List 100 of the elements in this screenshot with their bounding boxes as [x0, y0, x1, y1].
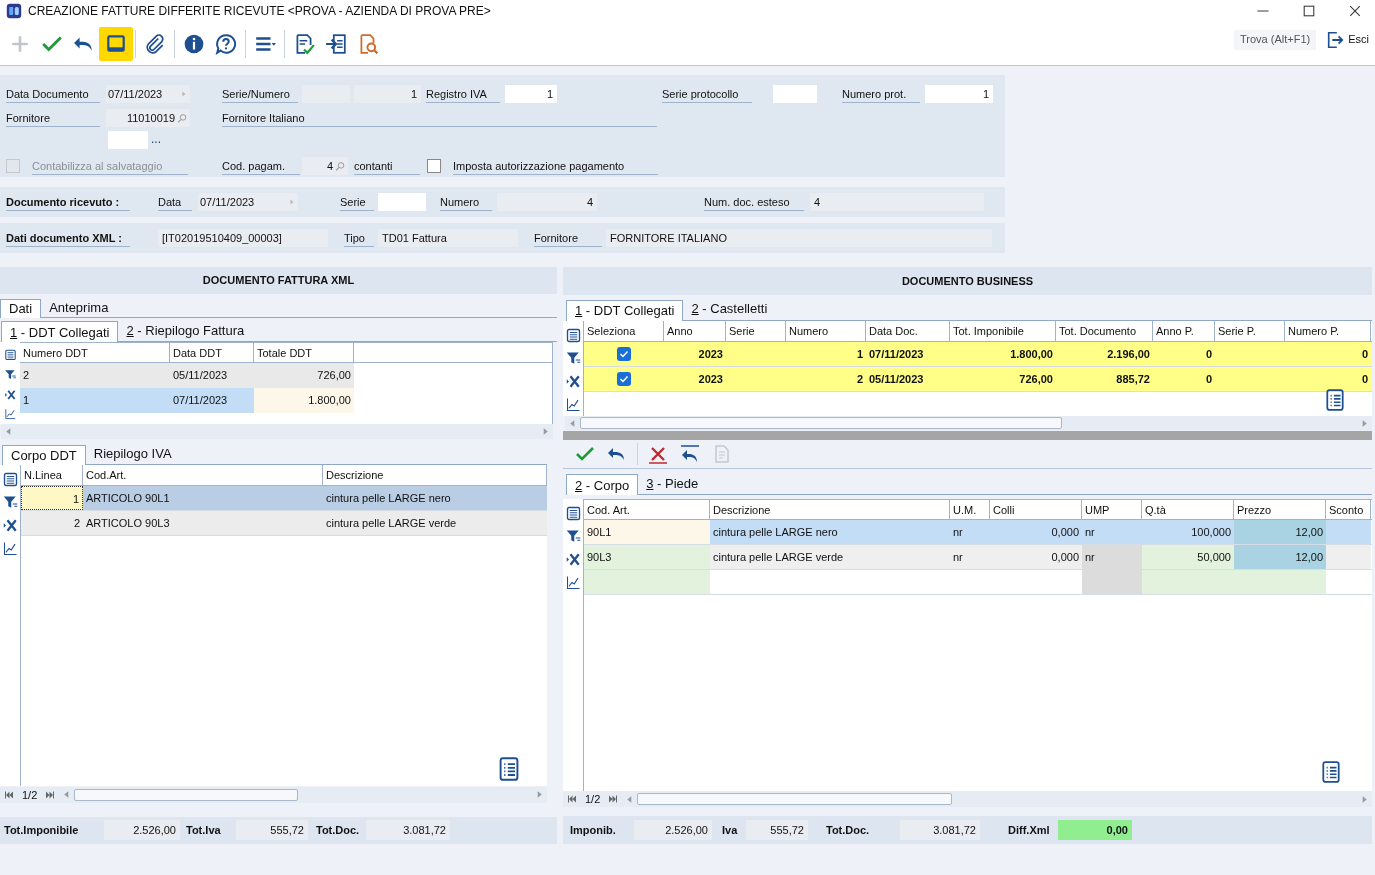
first-page-icon[interactable] — [4, 789, 14, 800]
input-field[interactable] — [108, 131, 148, 149]
table-cell: nr — [950, 520, 990, 545]
table-cell: ARTICOLO 90L1 — [83, 486, 323, 511]
checkbox[interactable] — [617, 371, 631, 386]
maximize-icon[interactable] — [1301, 3, 1317, 19]
clear-filter-icon[interactable] — [2, 518, 18, 534]
table-row[interactable]: 1 ARTICOLO 90L1 cintura pelle LARGE nero — [21, 486, 547, 512]
details-icon[interactable] — [1320, 758, 1342, 785]
date-field[interactable]: 07/11/2023 — [106, 85, 190, 103]
arrow-icon — [288, 198, 296, 206]
input-field[interactable]: TD01 Fattura — [378, 229, 518, 247]
input-field[interactable]: 1 — [354, 85, 421, 103]
scrollbar-thumb[interactable] — [637, 793, 953, 806]
column-header: Serie — [726, 320, 786, 341]
table-cell: ARTICOLO 90L3 — [83, 511, 323, 536]
payment-code-field[interactable]: 4 — [302, 157, 348, 175]
find-button[interactable]: Trova (Alt+F1) — [1234, 29, 1317, 50]
column-header: N.Linea — [21, 465, 83, 486]
field-label: Data Documento — [6, 85, 100, 103]
table-row[interactable]: 90L1 cintura pelle LARGE nero nr 0,000 nr 100,000 12,00 — [584, 520, 1372, 546]
checkbox[interactable] — [617, 346, 631, 361]
input-field[interactable]: 1 — [505, 85, 557, 103]
chart-icon[interactable] — [565, 396, 581, 412]
app-icon — [6, 3, 22, 19]
table-cell-text: 1.800,00 — [1009, 346, 1054, 362]
table-cell: 1 — [20, 388, 170, 414]
tab[interactable]: 2 - Riepilogo Fattura — [118, 320, 253, 342]
table-cell-text: 2023 — [697, 346, 724, 362]
more-button[interactable]: ... — [151, 133, 161, 145]
document-icon — [712, 444, 732, 464]
clear-filter-icon[interactable] — [2, 388, 18, 401]
checkbox[interactable] — [427, 159, 441, 173]
table-row[interactable]: 90L3 cintura pelle LARGE verde nr 0,000 nr 50,000 12,00 — [584, 545, 1372, 571]
list-icon[interactable] — [565, 506, 581, 522]
tab[interactable]: 2 - Corpo — [566, 474, 639, 496]
table-cell: 1.800,00 — [254, 388, 354, 414]
input-field[interactable]: FORNITORE ITALIANO — [606, 229, 992, 247]
chart-icon[interactable] — [2, 541, 18, 557]
input-field[interactable] — [378, 193, 426, 211]
input-field[interactable]: [IT02019510409_00003] — [158, 229, 328, 247]
toolbar-button[interactable] — [99, 26, 133, 61]
total-label: Tot.Imponibile — [4, 823, 80, 839]
input-field[interactable]: 1 — [925, 85, 993, 103]
list-icon[interactable] — [565, 327, 581, 343]
date-field[interactable]: 07/11/2023 — [198, 193, 298, 211]
table-cell-text: 726,00 — [1018, 371, 1054, 387]
tab[interactable]: 3 - Piede — [638, 473, 707, 495]
scrollbar-thumb[interactable] — [580, 417, 1062, 430]
last-page-icon[interactable] — [608, 794, 619, 805]
table-row[interactable]: 2023 2 05/11/2023 726,00 885,72 0 0 — [584, 366, 1372, 392]
table-row[interactable]: 1 07/11/2023 1.800,00 — [20, 388, 552, 414]
tab[interactable]: 2 - Castelletti — [683, 298, 776, 320]
filter-icon[interactable] — [2, 368, 18, 381]
column-header: Cod. Art. — [584, 500, 710, 520]
close-icon[interactable] — [1347, 3, 1363, 19]
total-value: 555,72 — [236, 820, 308, 841]
column-header: Colli — [990, 500, 1082, 520]
page-indicator: 1/2 — [585, 791, 601, 807]
table-cell-text: 0 — [1360, 371, 1369, 387]
tab[interactable]: Anteprima — [41, 298, 117, 318]
details-icon[interactable] — [497, 755, 521, 782]
table-row[interactable]: 2 ARTICOLO 90L3 cintura pelle LARGE verde — [21, 511, 547, 537]
first-page-icon[interactable] — [567, 794, 577, 805]
last-page-icon[interactable] — [45, 789, 56, 800]
chart-icon[interactable] — [565, 575, 581, 591]
list-icon[interactable] — [2, 349, 18, 361]
table-cell: nr — [1082, 520, 1142, 545]
field-label: Fornitore Italiano — [222, 109, 657, 127]
scrollbar-thumb[interactable] — [74, 788, 299, 801]
tab[interactable]: 1 - DDT Collegati — [1, 321, 119, 343]
details-icon[interactable] — [1324, 387, 1346, 412]
field-label: Dati documento XML : — [6, 229, 130, 247]
tab[interactable]: Corpo DDT — [2, 444, 86, 466]
input-field[interactable] — [773, 85, 817, 103]
table-cell-text: 05/11/2023 — [868, 371, 925, 387]
table-row[interactable]: 2 05/11/2023 726,00 — [20, 363, 552, 389]
tab[interactable]: 1 - DDT Collegati — [566, 299, 684, 321]
table-row[interactable]: 2023 1 07/11/2023 1.800,00 2.196,00 0 0 — [584, 341, 1372, 367]
total-label: Diff.Xml — [1008, 822, 1051, 838]
input-field[interactable]: 4 — [810, 193, 984, 211]
info-icon — [183, 32, 205, 55]
table-cell: 0,000 — [990, 545, 1082, 570]
chart-icon[interactable] — [2, 408, 18, 421]
table-cell: 1 — [21, 486, 83, 511]
tab[interactable]: Dati — [0, 299, 42, 319]
filter-icon[interactable] — [565, 350, 581, 366]
input-field[interactable]: 4 — [497, 193, 597, 211]
list-icon[interactable] — [2, 472, 18, 488]
column-header: Seleziona — [584, 320, 664, 341]
total-value: 2.526,00 — [104, 820, 180, 841]
table-cell: cintura pelle LARGE nero — [710, 520, 950, 545]
supplier-code-field[interactable]: 11010019 — [106, 109, 190, 127]
clear-filter-icon[interactable] — [565, 373, 581, 389]
column-header: Descrizione — [323, 465, 547, 486]
window-title: CREAZIONE FATTURE DIFFERITE RICEVUTE <PROVA - AZIENDA DI PROVA PRE> — [28, 3, 491, 20]
tab[interactable]: Riepilogo IVA — [85, 443, 180, 465]
column-header: Anno P. — [1153, 320, 1215, 341]
exit-button[interactable]: Esci — [1326, 30, 1369, 49]
clear-filter-icon[interactable] — [565, 552, 581, 568]
